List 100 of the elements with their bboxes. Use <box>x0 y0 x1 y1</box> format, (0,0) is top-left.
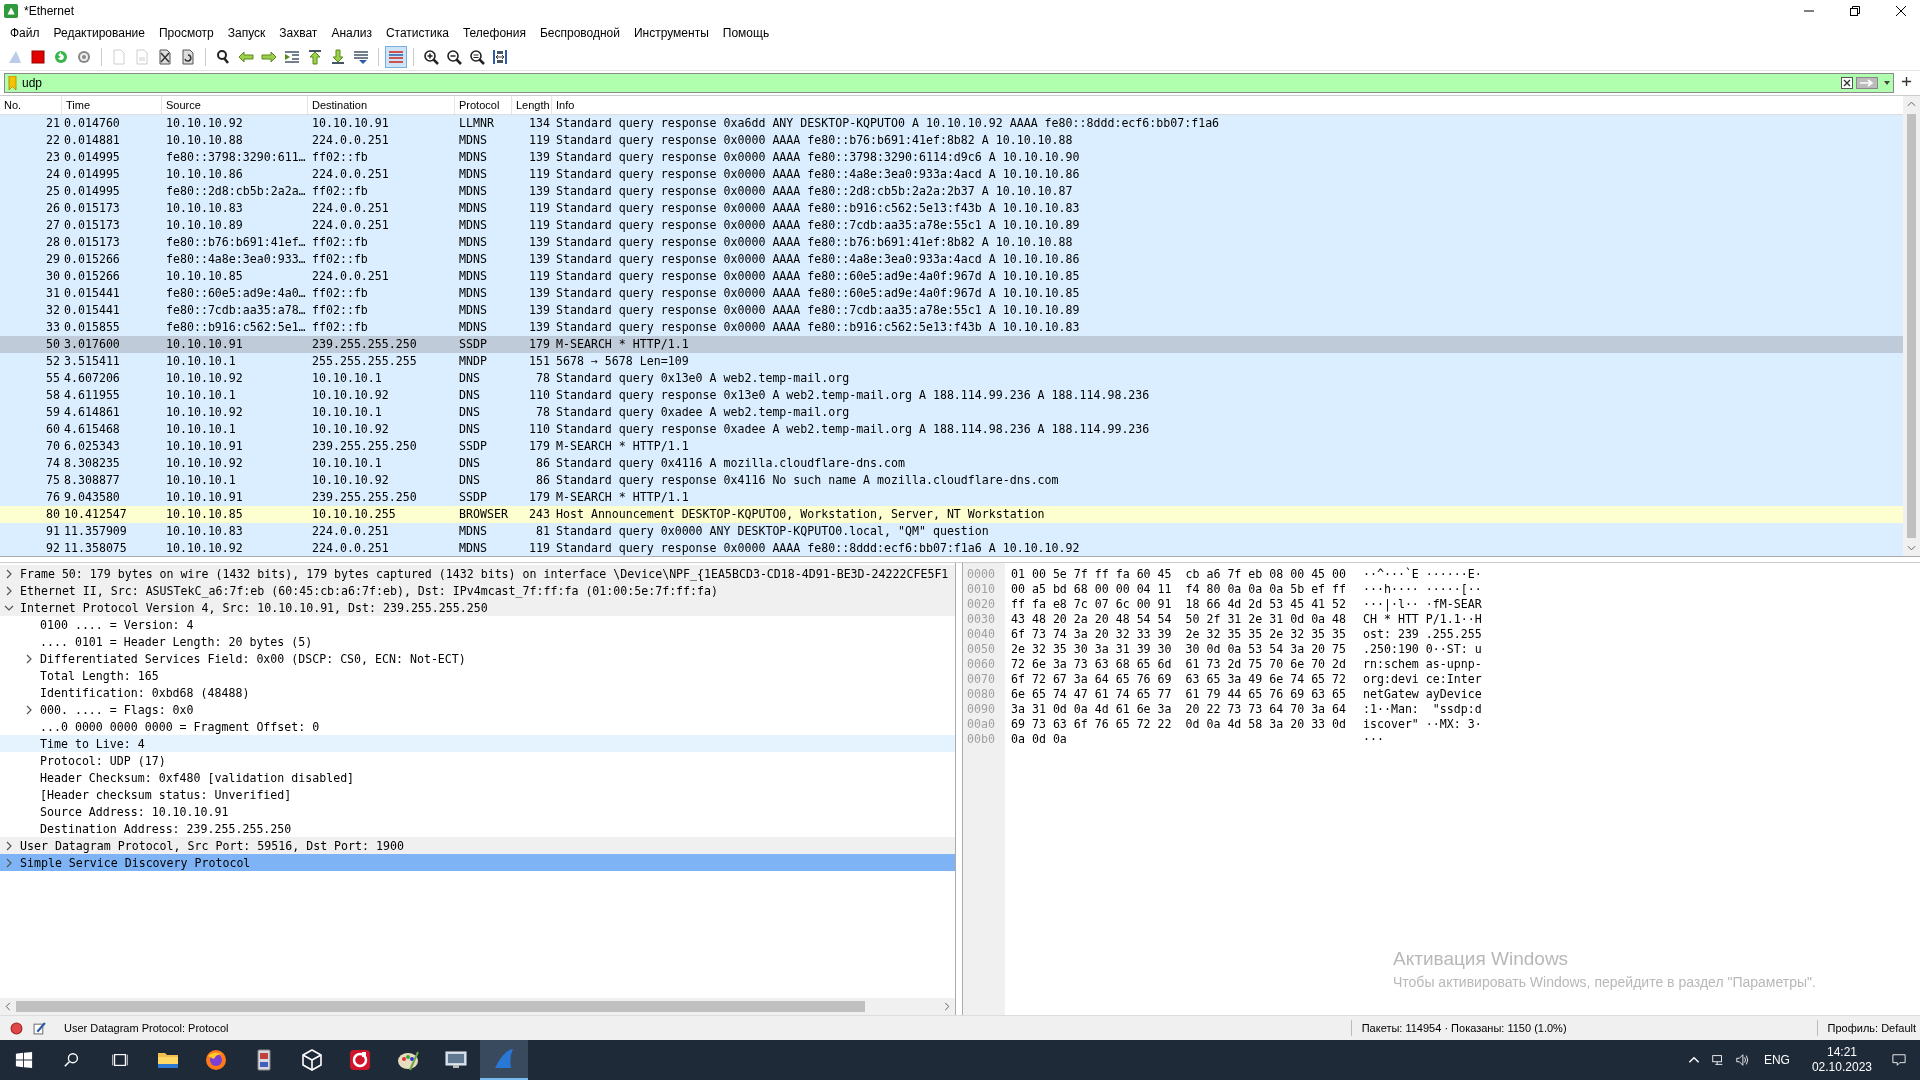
column-header[interactable]: Destination <box>308 96 455 114</box>
horizontal-scrollbar[interactable] <box>0 998 955 1015</box>
tree-item[interactable]: Destination Address: 239.255.255.250 <box>0 820 955 837</box>
packet-row[interactable]: 21 0.014760 10.10.10.92 10.10.10.91 LLMNR 134 Standard query response 0xa6dd ANY DESKTOP-KQPUTO0 A 10.10.10.92 AAAA fe80::8ddd:ecf6:bb07:f1a6 <box>0 115 1903 132</box>
vertical-scrollbar[interactable] <box>1903 96 1920 556</box>
packet-row[interactable]: 76 9.043580 10.10.10.91 239.255.255.250 SSDP 179 M-SEARCH * HTTP/1.1 <box>0 489 1903 506</box>
column-header[interactable]: No. <box>0 96 62 114</box>
scroll-down-icon[interactable] <box>1907 545 1916 551</box>
packet-row[interactable]: 23 0.014995 fe80::3798:3290:611… ff02::fb MDNS 139 Standard query response 0x0000 AAAA fe80::3798:3290:6114:d9c6 A 10.10.10.90 <box>0 149 1903 166</box>
ascii-text: :1··Man: "ssdp:d <box>1363 702 1482 717</box>
tree-item[interactable]: Time to Live: 4 <box>0 735 955 752</box>
menu-item[interactable]: Инструменты <box>626 24 716 42</box>
activation-title: Активация Windows <box>1393 948 1570 970</box>
tree-item[interactable]: ...0 0000 0000 0000 = Fragment Offset: 0 <box>0 718 955 735</box>
tree-item[interactable]: [Header checksum status: Unverified] <box>0 786 955 803</box>
table-cell-text: 224.0.0.251 <box>311 132 390 149</box>
tree-item[interactable]: Header Checksum: 0xf480 [validation disabled] <box>0 769 955 786</box>
clear-icon[interactable] <box>1841 77 1853 89</box>
tree-item[interactable]: Protocol: UDP (17) <box>0 752 955 769</box>
tree-item[interactable]: User Datagram Protocol, Src Port: 59516, Dst Port: 1900 <box>0 837 955 854</box>
language-indicator[interactable]: ENG <box>1763 1053 1790 1067</box>
scroll-left-icon[interactable] <box>5 1002 11 1011</box>
menu-item[interactable]: Анализ <box>324 24 379 42</box>
offset-label: 0020 <box>967 597 996 612</box>
add-filter-icon[interactable] <box>1901 76 1912 87</box>
column-header[interactable]: Source <box>162 96 308 114</box>
menu-item[interactable]: Редактирование <box>46 24 152 42</box>
menu-item[interactable]: Беспроводной <box>532 24 627 42</box>
packet-row[interactable]: 91 11.357909 10.10.10.83 224.0.0.251 MDNS 81 Standard query 0x0000 ANY DESKTOP-KQPUTO0.local, "QM" question <box>0 523 1903 540</box>
packet-row[interactable]: 80 10.412547 10.10.10.85 10.10.10.255 BROWSER 243 Host Announcement DESKTOP-KQPUTO0, Workstation, Server, NT Workstation <box>0 506 1903 523</box>
packet-row[interactable]: 60 4.615468 10.10.10.1 10.10.10.92 DNS 110 Standard query response 0xadee A web2.temp-mail.org A 188.114.98.236 A 188.114.99.236 <box>0 421 1903 438</box>
packet-row[interactable]: 70 6.025343 10.10.10.91 239.255.255.250 SSDP 179 M-SEARCH * HTTP/1.1 <box>0 438 1903 455</box>
close-icon[interactable] <box>1896 6 1906 16</box>
packet-row[interactable]: 92 11.358075 10.10.10.92 224.0.0.251 MDNS 119 Standard query response 0x0000 AAAA fe80::8ddd:ecf6:bb07:f1a6 A 10.10.10.92 <box>0 540 1903 556</box>
restore-icon[interactable] <box>1850 6 1860 16</box>
filter-input[interactable]: udp <box>20 75 1838 91</box>
table-cell-text: 30 <box>45 268 61 285</box>
packet-row[interactable]: 22 0.014881 10.10.10.88 224.0.0.251 MDNS 119 Standard query response 0x0000 AAAA fe80::b76:b691:41ef:8b82 A 10.10.10.88 <box>0 132 1903 149</box>
tree-item[interactable]: Identification: 0xbd68 (48488) <box>0 684 955 701</box>
scroll-right-icon[interactable] <box>944 1002 950 1011</box>
chevron-right-icon[interactable] <box>4 568 14 579</box>
filter-bar[interactable]: udp <box>4 73 1894 93</box>
packet-row[interactable]: 30 0.015266 10.10.10.85 224.0.0.251 MDNS 119 Standard query response 0x0000 AAAA fe80::60e5:ad9e:4a0f:967d A 10.10.10.85 <box>0 268 1903 285</box>
menu-item[interactable]: Статистика <box>378 24 456 42</box>
ascii-text: ···h···· ·····[·· <box>1363 582 1482 597</box>
packet-row[interactable]: 25 0.014995 fe80::2d8:cb5b:2a2a… ff02::fb MDNS 139 Standard query response 0x0000 AAAA fe80::2d8:cb5b:2a2a:2b37 A 10.10.10.87 <box>0 183 1903 200</box>
tree-item[interactable]: Differentiated Services Field: 0x00 (DSCP: CS0, ECN: Not-ECT) <box>0 650 955 667</box>
packet-row[interactable]: 28 0.015173 fe80::b76:b691:41ef… ff02::fb MDNS 139 Standard query response 0x0000 AAAA fe80::b76:b691:41ef:8b82 A 10.10.10.88 <box>0 234 1903 251</box>
tree-item[interactable]: Ethernet II, Src: ASUSTekC_a6:7f:eb (60:45:cb:a6:7f:eb), Dst: IPv4mcast_7f:ff:fa (01:00:5e:7f:ff:fa) <box>0 582 955 599</box>
menu-item[interactable]: Помощь <box>715 24 777 42</box>
chevron-right-icon[interactable] <box>24 653 34 664</box>
volume-icon[interactable] <box>1734 1053 1749 1067</box>
chevron-right-icon[interactable] <box>4 585 14 596</box>
packet-row[interactable]: 31 0.015441 fe80::60e5:ad9e:4a0… ff02::fb MDNS 139 Standard query response 0x0000 AAAA fe80::60e5:ad9e:4a0f:967d A 10.10.10.85 <box>0 285 1903 302</box>
packet-row[interactable]: 55 4.607206 10.10.10.92 10.10.10.1 DNS 78 Standard query 0x13e0 A web2.temp-mail.org <box>0 370 1903 387</box>
tree-item[interactable]: Simple Service Discovery Protocol <box>0 854 955 871</box>
packet-row[interactable]: 52 3.515411 10.10.10.1 255.255.255.255 MNDP 151 5678 → 5678 Len=109 <box>0 353 1903 370</box>
menu-item[interactable]: Просмотр <box>151 24 221 42</box>
scrollbar-thumb[interactable] <box>1907 114 1916 538</box>
tree-item[interactable]: Internet Protocol Version 4, Src: 10.10.10.91, Dst: 239.255.255.250 <box>0 599 955 616</box>
scroll-up-icon[interactable] <box>1907 101 1916 107</box>
chevron-right-icon[interactable] <box>4 857 14 868</box>
column-header[interactable]: Protocol <box>455 96 512 114</box>
packet-row[interactable]: 50 3.017600 10.10.10.91 239.255.255.250 SSDP 179 M-SEARCH * HTTP/1.1 <box>0 336 1903 353</box>
shark-fin-icon <box>492 1047 516 1071</box>
tree-item[interactable]: Total Length: 165 <box>0 667 955 684</box>
table-cell-text: Standard query response 0x0000 AAAA fe80::b916:c562:5e13:f43b A 10.10.10.83 <box>555 200 1081 217</box>
packet-row[interactable]: 59 4.614861 10.10.10.92 10.10.10.1 DNS 78 Standard query 0xadee A web2.temp-mail.org <box>0 404 1903 421</box>
packet-row[interactable]: 75 8.308877 10.10.10.1 10.10.10.92 DNS 86 Standard query response 0x4116 No such name A mozilla.cloudflare-dns.com <box>0 472 1903 489</box>
table-cell-text: MDNS <box>458 217 488 234</box>
packet-row[interactable]: 32 0.015441 fe80::7cdb:aa35:a78… ff02::fb MDNS 139 Standard query response 0x0000 AAAA fe80::7cdb:aa35:a78e:55c1 A 10.10.10.89 <box>0 302 1903 319</box>
packet-row[interactable]: 27 0.015173 10.10.10.89 224.0.0.251 MDNS 119 Standard query response 0x0000 AAAA fe80::7cdb:aa35:a78e:55c1 A 10.10.10.89 <box>0 217 1903 234</box>
network-icon[interactable] <box>1710 1053 1725 1067</box>
packet-row[interactable]: 33 0.015855 fe80::b916:c562:5e1… ff02::fb MDNS 139 Standard query response 0x0000 AAAA fe80::b916:c562:5e13:f43b A 10.10.10.83 <box>0 319 1903 336</box>
menu-item[interactable]: Запуск <box>220 24 273 42</box>
clock[interactable]: 14:21 02.10.2023 <box>1811 1045 1872 1075</box>
menu-item[interactable]: Файл <box>3 24 47 42</box>
tree-item[interactable]: Source Address: 10.10.10.91 <box>0 803 955 820</box>
tree-item[interactable]: 0100 .... = Version: 4 <box>0 616 955 633</box>
pencil-icon[interactable] <box>33 1021 46 1035</box>
column-header[interactable]: Info <box>552 96 1903 114</box>
table-cell-text: 23 <box>45 149 61 166</box>
chevron-right-icon[interactable] <box>24 704 34 715</box>
profile-label[interactable]: Профиль: Default <box>1827 1022 1916 1034</box>
chevron-right-icon[interactable] <box>4 840 14 851</box>
packet-row[interactable]: 26 0.015173 10.10.10.83 224.0.0.251 MDNS 119 Standard query response 0x0000 AAAA fe80::b916:c562:5e13:f43b A 10.10.10.83 <box>0 200 1903 217</box>
notification-icon[interactable] <box>1892 1053 1906 1067</box>
packet-row[interactable]: 29 0.015266 fe80::4a8e:3ea0:933… ff02::fb MDNS 139 Standard query response 0x0000 AAAA fe80::4a8e:3ea0:933a:4acd A 10.10.10.86 <box>0 251 1903 268</box>
tree-item[interactable]: .... 0101 = Header Length: 20 bytes (5) <box>0 633 955 650</box>
packet-row[interactable]: 58 4.611955 10.10.10.1 10.10.10.92 DNS 110 Standard query response 0x13e0 A web2.temp-mail.org A 188.114.99.236 A 188.114.98.236 <box>0 387 1903 404</box>
expert-info-icon[interactable] <box>10 1021 23 1035</box>
menu-item[interactable]: Телефония <box>455 24 533 42</box>
packet-row[interactable]: 24 0.014995 10.10.10.86 224.0.0.251 MDNS 119 Standard query response 0x0000 AAAA fe80::4a8e:3ea0:933a:4acd A 10.10.10.86 <box>0 166 1903 183</box>
menu-item[interactable]: Захват <box>272 24 325 42</box>
scrollbar-thumb[interactable] <box>16 1001 866 1012</box>
tree-item[interactable]: 000. .... = Flags: 0x0 <box>0 701 955 718</box>
table-cell-text: 10.10.10.1 <box>311 370 383 387</box>
packet-row[interactable]: 74 8.308235 10.10.10.92 10.10.10.1 DNS 86 Standard query 0x4116 A mozilla.cloudflare-dns.com <box>0 455 1903 472</box>
column-header[interactable]: Time <box>62 96 162 114</box>
column-header[interactable]: Length <box>512 96 552 114</box>
